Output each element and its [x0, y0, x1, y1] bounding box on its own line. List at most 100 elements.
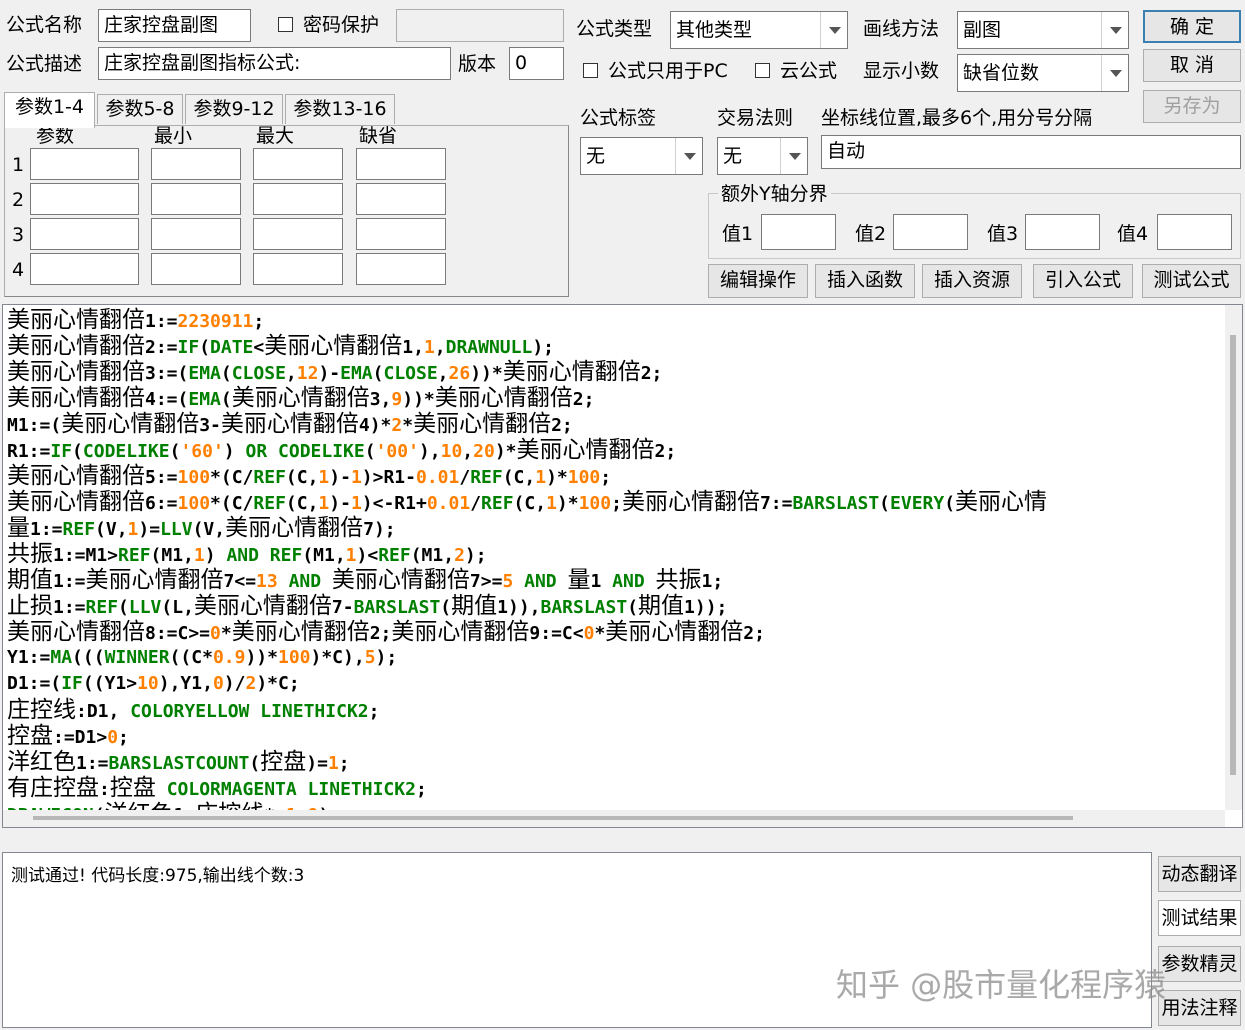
code-line: 美丽心情翻倍2:=IF(DATE<美丽心情翻倍1,1,DRAWNULL); — [7, 333, 555, 359]
draw-method-label: 画线方法 — [863, 18, 940, 40]
tab-params-13-16[interactable]: 参数13-16 — [285, 94, 395, 124]
password-label: 密码保护 — [303, 14, 380, 36]
param-row-number: 3 — [12, 224, 25, 246]
tag-select[interactable]: 无 — [580, 137, 703, 175]
param-row-number: 2 — [12, 189, 25, 211]
chevron-down-icon[interactable] — [675, 138, 702, 174]
param-cell-r4-c3[interactable] — [253, 253, 343, 285]
cancel-button[interactable]: 取 消 — [1143, 49, 1241, 82]
param-cell-r1-c2[interactable] — [151, 148, 241, 180]
password-checkbox[interactable] — [278, 17, 293, 32]
edit-ops-button[interactable]: 编辑操作 — [708, 264, 808, 298]
chevron-down-icon[interactable] — [1101, 55, 1128, 91]
code-line: 控盘:=D1>0; — [7, 723, 129, 749]
code-line: 庄控线:D1, COLORYELLOW LINETHICK2; — [7, 697, 380, 723]
insert-function-button[interactable]: 插入函数 — [815, 264, 915, 298]
scrollbar-thumb[interactable] — [1230, 335, 1236, 775]
password-input[interactable] — [396, 9, 564, 42]
dynamic-translate-button[interactable]: 动态翻译 — [1158, 856, 1241, 892]
extra-y-input-4[interactable] — [1157, 214, 1232, 250]
code-editor[interactable]: 美丽心情翻倍1:=2230911; 美丽心情翻倍2:=IF(DATE<美丽心情翻倍… — [2, 304, 1243, 828]
ok-button[interactable]: 确 定 — [1143, 10, 1241, 43]
axis-input[interactable]: 自动 — [821, 135, 1241, 169]
code-line: M1:=(美丽心情翻倍3-美丽心情翻倍4)*2*美丽心情翻倍2; — [7, 411, 573, 437]
code-line: 共振1:=M1>REF(M1,1) AND REF(M1,1)<REF(M1,2… — [7, 541, 487, 567]
code-line: R1:=IF(CODELIKE('60') OR CODELIKE('00'),… — [7, 437, 677, 463]
trade-rule-select[interactable]: 无 — [717, 137, 808, 175]
code-line: 期值1:=美丽心情翻倍7<=13 AND 美丽心情翻倍7>=5 AND 量1 A… — [7, 567, 724, 593]
param-cell-r2-c1[interactable] — [30, 183, 139, 215]
param-cell-r2-c3[interactable] — [253, 183, 343, 215]
formula-type-value: 其他类型 — [676, 19, 753, 41]
formula-type-label: 公式类型 — [576, 18, 653, 40]
param-row-number: 4 — [12, 259, 25, 281]
param-cell-r1-c1[interactable] — [30, 148, 139, 180]
param-cell-r3-c3[interactable] — [253, 218, 343, 250]
horizontal-scrollbar[interactable] — [3, 810, 1225, 827]
param-wizard-button[interactable]: 参数精灵 — [1158, 946, 1241, 982]
decimals-select[interactable]: 缺省位数 — [957, 54, 1129, 92]
extra-y-value-label: 值3 — [987, 223, 1019, 245]
param-cell-r4-c2[interactable] — [151, 253, 241, 285]
code-line: D1:=(IF((Y1>10),Y1,0)/2)*C; — [7, 673, 300, 694]
import-formula-button[interactable]: 引入公式 — [1033, 264, 1133, 298]
code-line: 有庄控盘:控盘 COLORMAGENTA LINETHICK2; — [7, 775, 427, 801]
axis-label: 坐标线位置,最多6个,用分号分隔 — [821, 107, 1093, 129]
tag-value: 无 — [586, 145, 606, 167]
tab-params-1-4[interactable]: 参数1-4 — [4, 92, 95, 128]
decimals-value: 缺省位数 — [963, 62, 1040, 84]
param-cell-r3-c2[interactable] — [151, 218, 241, 250]
trade-rule-value: 无 — [723, 145, 743, 167]
param-cell-r2-c4[interactable] — [356, 183, 446, 215]
usage-notes-button[interactable]: 用法注释 — [1158, 990, 1241, 1026]
param-cell-r2-c2[interactable] — [151, 183, 241, 215]
draw-method-select[interactable]: 副图 — [957, 11, 1129, 49]
extra-y-value-label: 值1 — [722, 223, 754, 245]
extra-y-input-1[interactable] — [761, 214, 836, 250]
code-line: 美丽心情翻倍6:=100*(C/REF(C,1)-1)<-R1+0.01/REF… — [7, 489, 1048, 515]
tab-params-5-8[interactable]: 参数5-8 — [97, 94, 183, 124]
code-line: 美丽心情翻倍5:=100*(C/REF(C,1)-1)>R1-0.01/REF(… — [7, 463, 612, 489]
cloud-label: 云公式 — [780, 60, 838, 82]
chevron-down-icon[interactable] — [780, 138, 807, 174]
code-line: 洋红色1:=BARSLASTCOUNT(控盘)=1; — [7, 749, 350, 775]
extra-y-input-2[interactable] — [893, 214, 968, 250]
extra-y-value-label: 值4 — [1117, 223, 1149, 245]
formula-name-label: 公式名称 — [6, 14, 83, 36]
param-cell-r3-c4[interactable] — [356, 218, 446, 250]
extra-y-input-3[interactable] — [1025, 214, 1100, 250]
pc-only-checkbox[interactable] — [583, 63, 598, 78]
code-line: 美丽心情翻倍8:=C>=0*美丽心情翻倍2;美丽心情翻倍9:=C<0*美丽心情翻… — [7, 619, 765, 645]
code-line: 美丽心情翻倍3:=(EMA(CLOSE,12)-EMA(CLOSE,26))*美… — [7, 359, 663, 385]
code-line: 止损1:=REF(LLV(L,美丽心情翻倍7-BARSLAST(期值1)),BA… — [7, 593, 728, 619]
code-line: 美丽心情翻倍1:=2230911; — [7, 307, 265, 333]
formula-desc-label: 公式描述 — [6, 53, 83, 75]
tab-params-9-12[interactable]: 参数9-12 — [185, 94, 283, 124]
param-cell-r4-c4[interactable] — [356, 253, 446, 285]
cloud-checkbox[interactable] — [755, 63, 770, 78]
save-as-button[interactable]: 另存为 — [1143, 90, 1241, 123]
param-cell-r3-c1[interactable] — [30, 218, 139, 250]
code-line: Y1:=MA(((WINNER((C*0.9))*100)*C),5); — [7, 647, 398, 668]
param-cell-r1-c3[interactable] — [253, 148, 343, 180]
version-input[interactable]: 0 — [509, 47, 564, 80]
test-formula-button[interactable]: 测试公式 — [1142, 264, 1241, 298]
chevron-down-icon[interactable] — [820, 12, 847, 48]
param-cell-r1-c4[interactable] — [356, 148, 446, 180]
pc-only-label: 公式只用于PC — [608, 60, 728, 82]
insert-resource-button[interactable]: 插入资源 — [922, 264, 1022, 298]
trade-rule-label: 交易法则 — [717, 107, 794, 129]
param-header-default: 缺省 — [359, 125, 398, 147]
version-label: 版本 — [458, 53, 497, 75]
formula-type-select[interactable]: 其他类型 — [670, 11, 848, 49]
formula-desc-input[interactable]: 庄家控盘副图指标公式: — [98, 47, 451, 80]
chevron-down-icon[interactable] — [1101, 12, 1128, 48]
param-cell-r4-c1[interactable] — [30, 253, 139, 285]
tag-label: 公式标签 — [580, 107, 657, 129]
param-header-min: 最小 — [154, 125, 193, 147]
vertical-scrollbar[interactable] — [1225, 305, 1242, 810]
test-result-button[interactable]: 测试结果 — [1158, 900, 1241, 936]
param-header-max: 最大 — [256, 125, 295, 147]
scrollbar-thumb[interactable] — [33, 816, 1073, 820]
formula-name-input[interactable]: 庄家控盘副图 — [98, 9, 251, 42]
